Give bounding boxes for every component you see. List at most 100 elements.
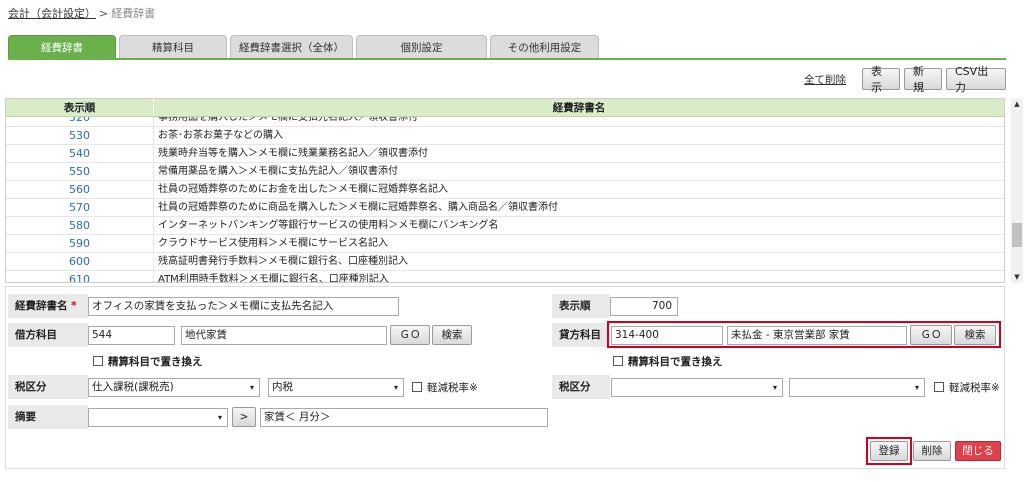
breadcrumb: 会計（会計設定） > 経費辞書 [8, 5, 155, 21]
debit-reduced-tax-label: 軽減税率※ [427, 381, 478, 394]
tab-expense-dictionary[interactable]: 経費辞書 [8, 35, 116, 58]
header-display-order[interactable]: 表示順 [6, 99, 154, 116]
row-order[interactable]: 590 [6, 235, 154, 252]
credit-code-input[interactable]: 314-400 [611, 326, 723, 345]
row-order[interactable]: 550 [6, 163, 154, 180]
row-name: 社員の冠婚葬祭のために商品を購入した＞メモ欄に冠婚葬祭名、購入商品名／領収書添付 [158, 202, 558, 213]
close-button[interactable]: 閉じる [955, 441, 1001, 461]
row-order[interactable]: 600 [6, 253, 154, 270]
row-order[interactable]: 530 [6, 127, 154, 144]
breadcrumb-current: 経費辞書 [111, 7, 156, 20]
debit-code-input[interactable]: 544 [88, 326, 175, 345]
credit-name-input[interactable]: 未払金 - 東京営業部 家賃 [727, 326, 907, 345]
table-row[interactable]: 570 社員の冠婚葬祭のために商品を購入した＞メモ欄に冠婚葬祭名、購入商品名／領収… [6, 199, 1004, 217]
row-order[interactable]: 570 [6, 199, 154, 216]
debit-go-button[interactable]: ＧＯ [390, 325, 430, 345]
summary-select[interactable]: ▾ [88, 408, 228, 427]
required-mark: * [71, 300, 77, 312]
table-row[interactable]: 610 ATM利用時手数料＞メモ欄に銀行名、口座種別記入 [6, 271, 1004, 282]
row-name: 残業時弁当等を購入＞メモ欄に残業業務名記入／領収書添付 [158, 148, 428, 159]
chevron-down-icon: ▾ [249, 383, 254, 392]
row-name: 事務用品を購入した＞メモ欄に支払先名記入／領収書添付 [158, 117, 418, 123]
checkbox-box[interactable] [613, 356, 623, 366]
row-name: ATM利用時手数料＞メモ欄に銀行名、口座種別記入 [158, 274, 389, 282]
dictionary-table: 表示順 経費辞書名 520 事務用品を購入した＞メモ欄に支払先名記入／領収書添付 … [5, 98, 1005, 283]
tax-calc-value: 内税 [272, 381, 293, 393]
display-order-input[interactable]: 700 [610, 297, 678, 316]
csv-export-button[interactable]: CSV出力 [946, 65, 1006, 94]
credit-account-label: 貸方科目 [552, 323, 610, 347]
tax-type-select[interactable]: 仕入課税(課税売) ▾ [88, 378, 260, 397]
display-order-label: 表示順 [552, 294, 610, 318]
tab-bar: 経費辞書 精算科目 経費辞書選択（全体） 個別設定 その他利用設定 [8, 35, 602, 58]
debit-replace-checkbox[interactable]: 精算科目で置き換え [93, 353, 203, 369]
table-header: 表示順 経費辞書名 [6, 99, 1004, 117]
summary-insert-button[interactable]: > [232, 407, 256, 427]
chevron-down-icon: ▾ [217, 413, 222, 422]
credit-tax-category-label: 税区分 [552, 375, 610, 399]
table-body: 520 事務用品を購入した＞メモ欄に支払先名記入／領収書添付 530 お茶･お茶お菓… [6, 117, 1004, 282]
delete-button[interactable]: 削除 [913, 441, 951, 461]
row-name: 社員の冠婚葬祭のためにお金を出した＞メモ欄に冠婚葬祭名記入 [158, 184, 448, 195]
tab-dictionary-selection[interactable]: 経費辞書選択（全体） [230, 35, 353, 58]
scroll-up-icon[interactable]: ▲ [1011, 98, 1023, 110]
row-order[interactable]: 610 [6, 271, 154, 282]
debit-reduced-tax-checkbox[interactable]: 軽減税率※ [412, 379, 478, 395]
breadcrumb-parent-link[interactable]: 会計（会計設定） [8, 7, 96, 20]
register-button[interactable]: 登録 [870, 441, 908, 461]
row-name: 常備用薬品を購入＞メモ欄に支払先記入／領収書添付 [158, 166, 398, 177]
row-order[interactable]: 580 [6, 217, 154, 234]
dict-name-label: 経費辞書名 * [8, 294, 88, 318]
scroll-down-icon[interactable]: ▼ [1011, 271, 1023, 283]
table-row[interactable]: 530 お茶･お茶お菓子などの購入 [6, 127, 1004, 145]
tax-calc-select[interactable]: 内税 ▾ [268, 378, 404, 397]
row-name: 残高証明書発行手数料＞メモ欄に銀行名、口座種別記入 [158, 256, 408, 267]
credit-reduced-tax-label: 軽減税率※ [949, 381, 1000, 394]
credit-replace-checkbox[interactable]: 精算科目で置き換え [613, 353, 723, 369]
scrollbar-thumb[interactable] [1012, 223, 1022, 247]
table-scrollbar[interactable]: ▲ ▼ [1011, 98, 1023, 283]
header-dictionary-name[interactable]: 経費辞書名 [154, 99, 1004, 116]
table-row[interactable]: 590 クラウドサービス使用料＞メモ欄にサービス名記入 [6, 235, 1004, 253]
row-order[interactable]: 520 [6, 117, 154, 126]
delete-all-link[interactable]: 全て削除 [804, 72, 846, 87]
tab-settlement-account[interactable]: 精算科目 [119, 35, 227, 58]
credit-tax-type-select[interactable]: ▾ [611, 378, 783, 397]
tax-type-value: 仕入課税(課税売) [92, 381, 174, 393]
table-row[interactable]: 600 残高証明書発行手数料＞メモ欄に銀行名、口座種別記入 [6, 253, 1004, 271]
checkbox-box[interactable] [93, 356, 103, 366]
dict-name-input[interactable]: オフィスの家賃を支払った＞メモ欄に支払先名記入 [88, 297, 399, 316]
table-row[interactable]: 560 社員の冠婚葬祭のためにお金を出した＞メモ欄に冠婚葬祭名記入 [6, 181, 1004, 199]
credit-tax-calc-select[interactable]: ▾ [789, 378, 925, 397]
summary-label: 摘要 [8, 405, 88, 429]
toolbar: 全て削除 表示 新規 CSV出力 [804, 65, 1006, 94]
row-order[interactable]: 560 [6, 181, 154, 198]
summary-input[interactable]: 家賃＜ 月分＞ [260, 408, 548, 427]
table-row[interactable]: 520 事務用品を購入した＞メモ欄に支払先名記入／領収書添付 [6, 117, 1004, 127]
credit-search-button[interactable]: 検索 [954, 325, 996, 345]
tab-other-settings[interactable]: その他利用設定 [490, 35, 599, 58]
debit-replace-label: 精算科目で置き換え [108, 355, 203, 368]
chevron-down-icon: ▾ [393, 383, 398, 392]
show-button[interactable]: 表示 [862, 65, 900, 94]
checkbox-box[interactable] [412, 382, 422, 392]
credit-replace-label: 精算科目で置き換え [628, 355, 723, 368]
checkbox-box[interactable] [934, 382, 944, 392]
table-row[interactable]: 540 残業時弁当等を購入＞メモ欄に残業業務名記入／領収書添付 [6, 145, 1004, 163]
table-row[interactable]: 580 インターネットバンキング等銀行サービスの使用料＞メモ欄にバンキング名 [6, 217, 1004, 235]
breadcrumb-separator: > [99, 7, 109, 20]
table-row[interactable]: 550 常備用薬品を購入＞メモ欄に支払先記入／領収書添付 [6, 163, 1004, 181]
chevron-down-icon: ▾ [772, 383, 777, 392]
tab-underline [8, 58, 1006, 60]
chevron-down-icon: ▾ [914, 383, 919, 392]
debit-account-label: 借方科目 [8, 323, 88, 347]
debit-search-button[interactable]: 検索 [432, 325, 472, 345]
row-name: インターネットバンキング等銀行サービスの使用料＞メモ欄にバンキング名 [158, 220, 499, 231]
credit-go-button[interactable]: ＧＯ [910, 325, 952, 345]
debit-name-input[interactable]: 地代家賃 [181, 326, 387, 345]
tab-individual-settings[interactable]: 個別設定 [356, 35, 487, 58]
new-button[interactable]: 新規 [904, 65, 942, 94]
credit-reduced-tax-checkbox[interactable]: 軽減税率※ [934, 379, 1000, 395]
row-order[interactable]: 540 [6, 145, 154, 162]
tax-category-label: 税区分 [8, 375, 88, 399]
